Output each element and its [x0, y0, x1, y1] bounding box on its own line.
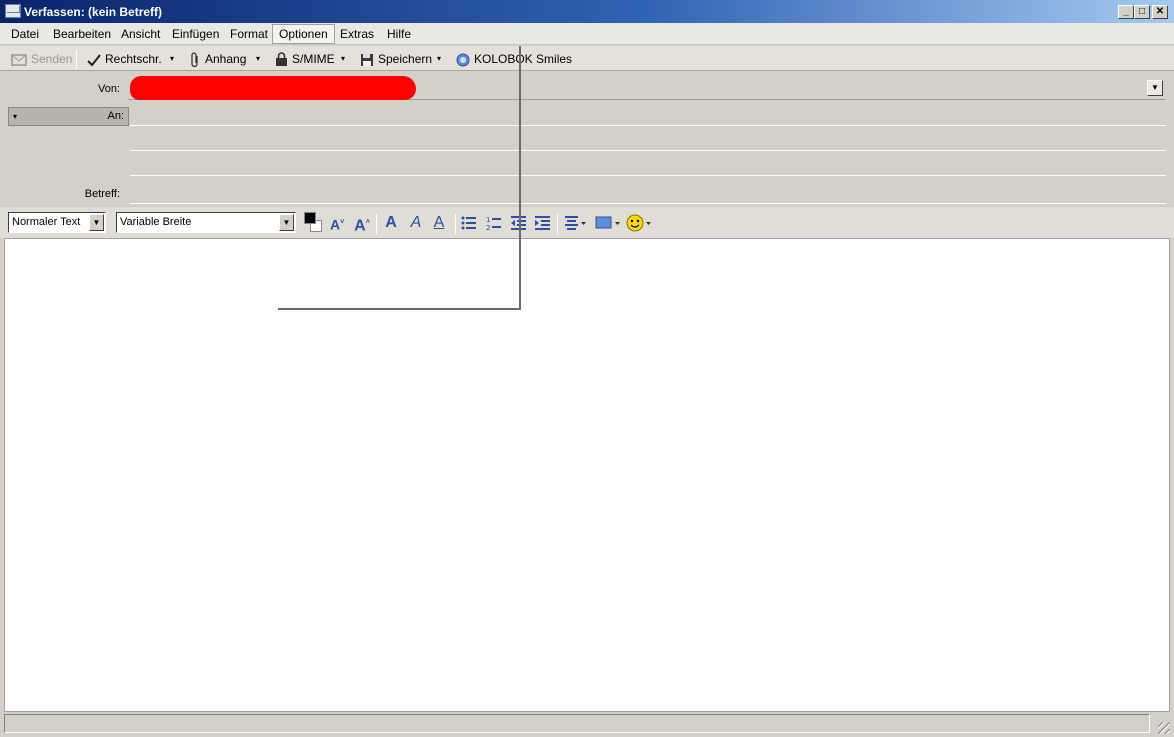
smime-dropdown[interactable]: ▾ — [341, 51, 345, 67]
paperclip-icon — [191, 52, 198, 67]
lock-icon — [276, 52, 287, 67]
checkmark-icon — [87, 54, 101, 67]
menu-datei[interactable]: Datei — [10, 25, 40, 45]
save-label: Speichern — [378, 52, 433, 66]
format-separator — [455, 214, 456, 234]
attach-button[interactable]: Anhang — [189, 50, 246, 68]
close-button[interactable]: ✕ — [1152, 5, 1168, 19]
title-bar[interactable]: Verfassen: (kein Betreff) _ □ ✕ — [0, 0, 1174, 23]
to-field-2[interactable] — [130, 150, 1166, 151]
menu-bearbeiten[interactable]: Bearbeiten — [52, 25, 112, 45]
smiley-icon[interactable] — [626, 214, 654, 232]
menu-format[interactable]: Format — [229, 25, 269, 45]
bullet-list-icon[interactable] — [461, 216, 477, 230]
subject-label: Betreff: — [84, 188, 120, 200]
message-body-editor[interactable] — [4, 238, 1170, 712]
spellcheck-label: Rechtschr. — [105, 52, 162, 66]
indent-icon[interactable] — [535, 216, 551, 230]
compose-envelope-icon — [5, 4, 21, 18]
window-title: Verfassen: (kein Betreff) — [24, 5, 163, 19]
menu-bar: Datei Bearbeiten Ansicht Einfügen Format… — [0, 23, 1174, 45]
menu-extras[interactable]: Extras — [339, 25, 375, 45]
status-bar — [0, 712, 1174, 737]
chevron-down-icon: ▼ — [89, 214, 104, 231]
svg-text:2: 2 — [486, 224, 490, 231]
from-label: Von: — [97, 83, 120, 95]
spellcheck-dropdown[interactable]: ▾ — [170, 51, 174, 67]
numbered-list-icon[interactable]: 12 — [486, 215, 502, 231]
chevron-down-icon: ▼ — [279, 214, 294, 231]
font-larger-button[interactable]: A˄ — [354, 214, 370, 234]
toolbar-separator — [76, 50, 77, 68]
recipient-type-dropdown-icon: ▾ — [13, 112, 18, 121]
resize-grip-icon[interactable] — [1158, 722, 1170, 734]
send-button[interactable]: Senden — [11, 50, 72, 68]
send-label: Senden — [31, 52, 73, 66]
from-dropdown-button[interactable]: ▼ — [1147, 80, 1163, 96]
font-smaller-button[interactable]: A˅ — [330, 214, 344, 233]
font-value: Variable Breite — [120, 216, 192, 228]
italic-button[interactable]: A — [409, 214, 423, 232]
to-field-1[interactable] — [130, 125, 1166, 126]
format-separator — [557, 214, 558, 234]
to-field-3[interactable] — [130, 175, 1166, 176]
text-color-swatch — [304, 212, 316, 224]
subject-input[interactable] — [130, 203, 1166, 204]
smime-button[interactable]: S/MIME — [275, 50, 335, 68]
smime-label: S/MIME — [292, 52, 335, 66]
menu-einfuegen[interactable]: Einfügen — [171, 25, 220, 45]
paragraph-style-value: Normaler Text — [12, 216, 81, 228]
svg-text:1: 1 — [486, 216, 490, 224]
attach-dropdown[interactable]: ▾ — [256, 51, 260, 67]
to-label: An: — [107, 110, 124, 122]
kolobok-smiles-button[interactable]: KOLOBOK Smiles — [456, 50, 572, 68]
compose-toolbar: Senden Rechtschr. ▾ Anhang ▾ S/MIME ▾ Sp… — [0, 46, 1174, 71]
align-icon[interactable] — [565, 216, 587, 230]
underline-button[interactable]: A — [432, 214, 446, 232]
floppy-icon — [361, 53, 373, 66]
recipient-type-selector[interactable]: ▾ An: — [8, 107, 129, 126]
paragraph-style-select[interactable]: Normaler Text ▼ — [8, 212, 106, 233]
menu-optionen[interactable]: Optionen — [272, 24, 335, 44]
menu-hilfe[interactable]: Hilfe — [386, 25, 412, 45]
format-separator — [376, 214, 377, 234]
send-icon — [11, 54, 27, 66]
minimize-button[interactable]: _ — [1118, 5, 1134, 19]
kolobok-smiles-label: KOLOBOK Smiles — [474, 52, 573, 66]
maximize-button[interactable]: □ — [1134, 5, 1150, 19]
status-panel — [4, 714, 1150, 733]
attach-label: Anhang — [205, 52, 247, 66]
text-color-button[interactable] — [304, 212, 324, 234]
font-select[interactable]: Variable Breite ▼ — [116, 212, 296, 233]
save-button[interactable]: Speichern — [360, 50, 432, 68]
outdent-icon[interactable] — [511, 216, 527, 230]
spellcheck-button[interactable]: Rechtschr. — [87, 50, 162, 68]
menu-ansicht[interactable]: Ansicht — [120, 25, 161, 45]
save-dropdown[interactable]: ▾ — [437, 51, 441, 67]
redaction-mark — [130, 76, 416, 100]
bold-button[interactable]: A — [384, 214, 398, 232]
insert-object-icon[interactable] — [595, 216, 621, 230]
format-toolbar: Normaler Text ▼ Variable Breite ▼ A˅ A˄ … — [0, 207, 1174, 238]
smile-globe-icon — [456, 53, 470, 67]
